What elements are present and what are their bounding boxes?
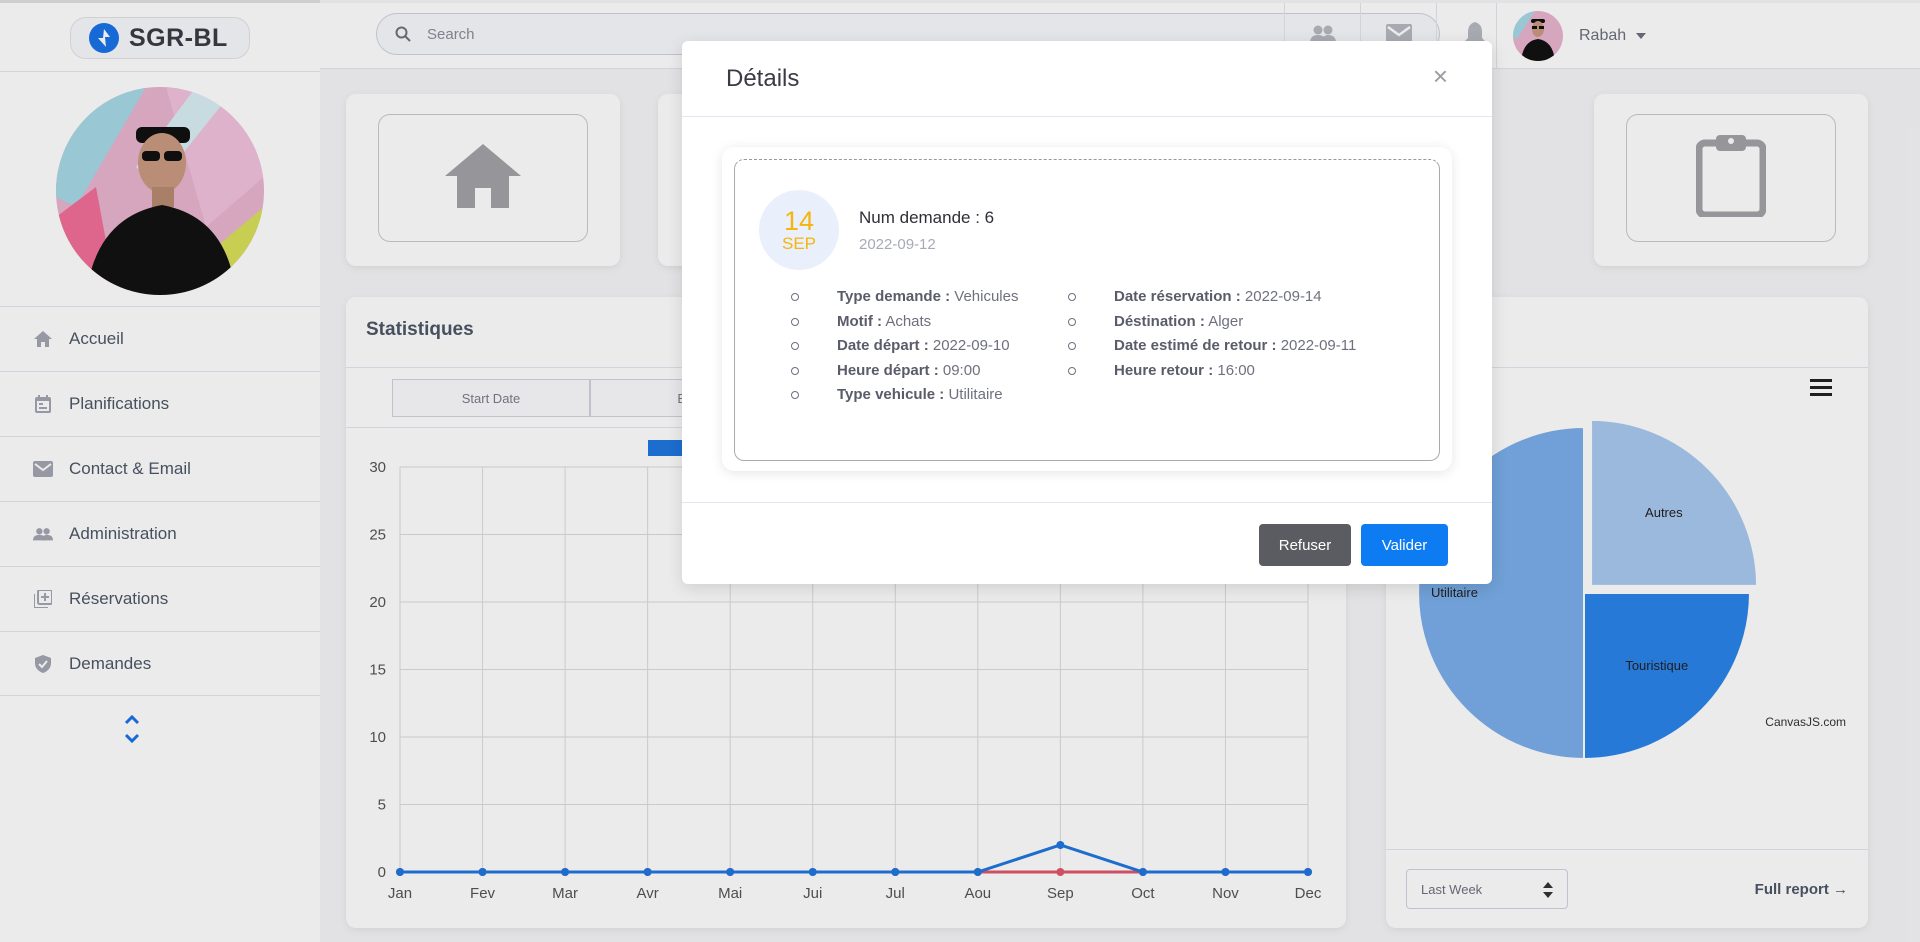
details-modal: Détails × 14 SEP Num demande : 6 2022-09…: [682, 41, 1492, 584]
detail-item: Date départ : 2022-09-10: [791, 337, 1018, 362]
detail-item: Heure départ : 09:00: [791, 362, 1018, 387]
detail-item: Date réservation : 2022-09-14: [1068, 288, 1356, 313]
request-card-frame: 14 SEP Num demande : 6 2022-09-12 Type d…: [734, 159, 1440, 461]
detail-item: Déstination : Alger: [1068, 313, 1356, 338]
request-card: 14 SEP Num demande : 6 2022-09-12 Type d…: [722, 147, 1452, 471]
date-day: 14: [783, 205, 815, 236]
detail-item: Motif : Achats: [791, 313, 1018, 338]
modal-title: Détails: [726, 65, 800, 92]
detail-item: Heure retour : 16:00: [1068, 362, 1356, 387]
divider: [682, 502, 1492, 503]
close-icon[interactable]: ×: [1433, 61, 1448, 92]
request-number: Num demande : 6: [859, 208, 995, 227]
date-badge: 14 SEP: [759, 190, 839, 270]
detail-item: Type vehicule : Utilitaire: [791, 386, 1018, 411]
refuse-button[interactable]: Refuser: [1259, 524, 1351, 566]
date-month: SEP: [781, 233, 817, 253]
detail-item: Date estimé de retour : 2022-09-11: [1068, 337, 1356, 362]
details-list-left: Type demande : Vehicules Motif : Achats …: [791, 288, 1018, 411]
details-list-right: Date réservation : 2022-09-14 Déstinatio…: [1068, 288, 1356, 386]
request-date: 2022-09-12: [859, 236, 936, 253]
detail-item: Type demande : Vehicules: [791, 288, 1018, 313]
divider: [682, 116, 1492, 117]
validate-button[interactable]: Valider: [1361, 524, 1448, 566]
